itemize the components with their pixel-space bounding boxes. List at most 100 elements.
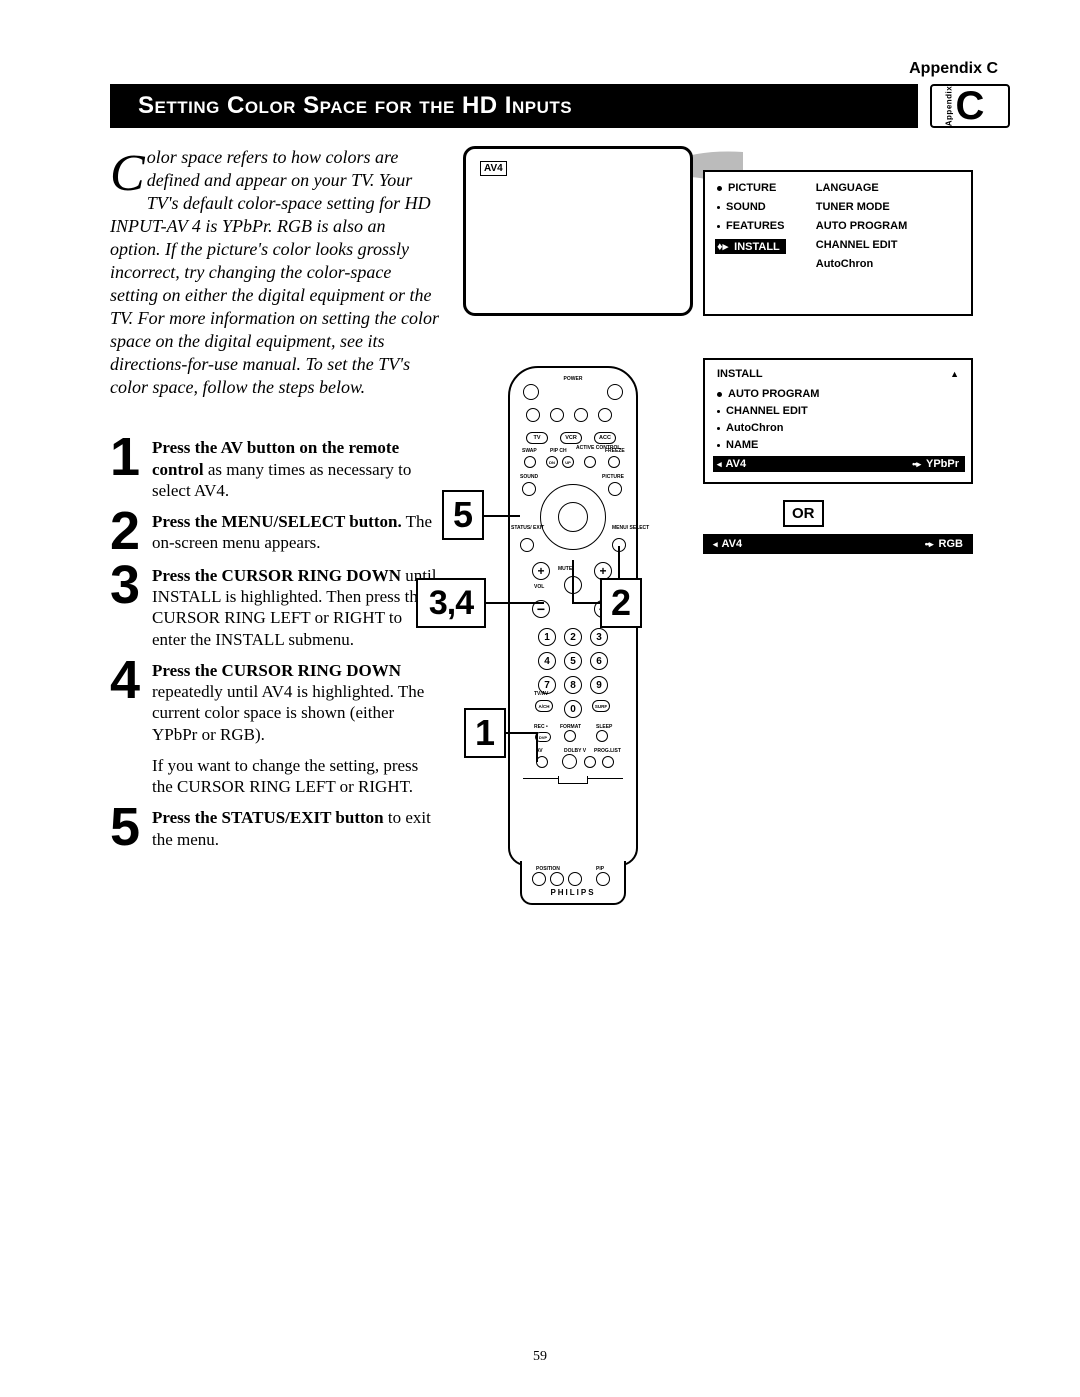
menu-item: SOUND — [726, 201, 766, 213]
intro-dropcap: C — [110, 152, 145, 196]
callout-2: 2 — [600, 578, 642, 628]
steps-list: 1 Press the AV button on the remote cont… — [110, 435, 440, 851]
remote-stop-button — [550, 408, 564, 422]
remote-label: FREEZE — [605, 448, 625, 454]
remote-ach-button: A/CH — [535, 700, 553, 712]
appendix-label: Appendix C — [110, 60, 998, 78]
remote-key-0: 0 — [564, 700, 582, 718]
remote-power-button — [607, 384, 623, 400]
remote-control-illustration: PHILIPS POWER TV VCR ACC SWAP PIP CH ACT… — [508, 366, 638, 911]
step-number: 1 — [110, 435, 146, 501]
remote-active-button — [584, 456, 596, 468]
callout-5: 5 — [442, 490, 484, 540]
remote-position-right — [568, 872, 582, 886]
remote-position-left — [532, 872, 546, 886]
remote-label: SLEEP — [596, 724, 612, 730]
remote-pipch-dn: DN — [546, 456, 558, 468]
remote-status-exit-button — [520, 538, 534, 552]
osd-install-submenu: INSTALL ▲ AUTO PROGRAM CHANNEL EDIT Auto… — [703, 358, 973, 484]
menu-item: CHANNEL EDIT — [726, 405, 808, 417]
menu-item: LANGUAGE — [816, 182, 879, 194]
menu-arrow-icon: ♦▸ — [717, 240, 728, 253]
menu-item-selected: AV4 — [726, 458, 747, 470]
appendix-tab: Appendix C — [930, 84, 1010, 128]
remote-vol-up: + — [532, 562, 550, 580]
menu-item: AUTO PROGRAM — [816, 220, 907, 232]
remote-key-1: 1 — [538, 628, 556, 646]
remote-ok-button — [558, 502, 588, 532]
remote-key-5: 5 — [564, 652, 582, 670]
step-bold: Press the CURSOR RING DOWN — [152, 566, 401, 585]
remote-format-button — [564, 730, 576, 742]
remote-vcr-button: VCR — [560, 432, 582, 444]
remote-picture-button — [608, 482, 622, 496]
remote-label: MENU/ SELECT — [612, 526, 649, 531]
callout-1: 1 — [464, 708, 506, 758]
appendix-tab-side: Appendix — [945, 86, 954, 126]
remote-key-9: 9 — [590, 676, 608, 694]
page-title: Setting Color Space for the HD Inputs — [110, 84, 918, 128]
remote-label: POWER — [508, 376, 638, 382]
remote-label: SWAP — [522, 448, 537, 454]
remote-dolby-button — [562, 754, 577, 769]
remote-key-4: 4 — [538, 652, 556, 670]
osd-main-menu: PICTURE SOUND FEATURES ♦▸ INSTALL LANGUAG… — [703, 170, 973, 316]
menu-item: PICTURE — [728, 182, 776, 194]
page-number: 59 — [0, 1349, 1080, 1365]
intro-paragraph: Color space refers to how colors are def… — [110, 146, 440, 399]
remote-label: DOLBY V — [564, 748, 586, 754]
menu-item-selected: AV4 — [722, 538, 743, 550]
menu-item: FEATURES — [726, 220, 784, 232]
remote-label: PICTURE — [602, 474, 624, 480]
step-1: 1 Press the AV button on the remote cont… — [110, 435, 440, 501]
remote-key-6: 6 — [590, 652, 608, 670]
remote-brand: PHILIPS — [508, 888, 638, 897]
remote-pip-button — [596, 872, 610, 886]
remote-sleep-button — [596, 730, 608, 742]
step-number: 2 — [110, 509, 146, 555]
remote-util-button — [584, 756, 596, 768]
menu-item: AutoChron — [726, 422, 783, 434]
step-3: 3 Press the CURSOR RING DOWN until INSTA… — [110, 563, 440, 650]
step-5: 5 Press the STATUS/EXIT button to exit t… — [110, 805, 440, 851]
step-bold: Press the MENU/SELECT button. — [152, 512, 402, 531]
menu-item: AUTO PROGRAM — [728, 388, 819, 400]
tv-screen-illustration: AV4 — [463, 146, 693, 316]
remote-tv-button: TV — [526, 432, 548, 444]
intro-text: olor space refers to how colors are defi… — [110, 147, 439, 397]
remote-swap-button — [524, 456, 536, 468]
remote-surf-button: SURF — [592, 700, 610, 712]
remote-proglist-button — [602, 756, 614, 768]
remote-label: SOUND — [520, 474, 538, 480]
step-4: 4 Press the CURSOR RING DOWN repeatedly … — [110, 658, 440, 798]
remote-label: MUTE — [558, 566, 572, 572]
remote-label: REC • — [534, 724, 548, 730]
menu-item: CHANNEL EDIT — [816, 239, 898, 251]
remote-freeze-button — [608, 456, 620, 468]
tv-input-badge: AV4 — [480, 161, 507, 176]
menu-item: AutoChron — [816, 258, 873, 270]
remote-key-8: 8 — [564, 676, 582, 694]
step-number: 5 — [110, 805, 146, 851]
step-text: repeatedly until AV4 is highlighted. The… — [152, 682, 424, 744]
step-2: 2 Press the MENU/SELECT button. The on-s… — [110, 509, 440, 555]
remote-key-2: 2 — [564, 628, 582, 646]
callout-3-4: 3,4 — [416, 578, 486, 628]
menu-value: RGB — [939, 538, 963, 550]
remote-play-button — [574, 408, 588, 422]
remote-label: TV/AV — [534, 692, 548, 697]
remote-label: STATUS/ EXIT — [511, 526, 544, 531]
submenu-title: INSTALL — [717, 368, 763, 380]
step-number: 3 — [110, 563, 146, 650]
menu-item-selected: INSTALL — [734, 241, 780, 253]
illustration-area: AV4 PICTURE SOUND FEATURES ♦▸ INSTALL LAN… — [448, 146, 1010, 859]
remote-position-mid — [550, 872, 564, 886]
osd-alt-value: AV4 RGB — [703, 534, 973, 554]
remote-sound-button — [522, 482, 536, 496]
remote-ffwd-button — [598, 408, 612, 422]
remote-acc-button: ACC — [594, 432, 616, 444]
menu-item: TUNER MODE — [816, 201, 890, 213]
remote-label: VOL — [534, 584, 544, 590]
step-follow: If you want to change the setting, press… — [152, 755, 440, 798]
appendix-tab-letter: C — [956, 84, 985, 129]
